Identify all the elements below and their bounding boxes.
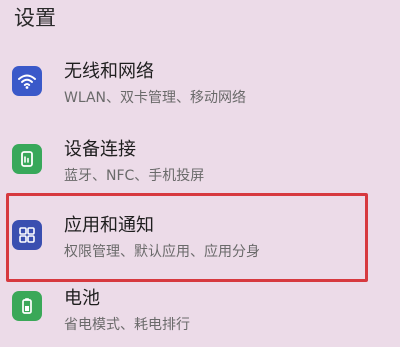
settings-item-subtitle: WLAN、双卡管理、移动网络 (64, 90, 247, 106)
page-title: 设置 (14, 6, 56, 30)
wifi-icon (12, 66, 42, 96)
settings-item-label: 电池 (64, 288, 100, 309)
settings-item-battery[interactable]: 电池 省电模式、耗电排行 (0, 283, 400, 347)
settings-item-label: 设备连接 (64, 139, 136, 160)
battery-icon (12, 291, 42, 321)
settings-item-subtitle: 省电模式、耗电排行 (64, 317, 190, 333)
device-connection-icon (12, 144, 42, 174)
settings-item-subtitle: 蓝牙、NFC、手机投屏 (64, 168, 205, 184)
settings-item-wireless-network[interactable]: 无线和网络 WLAN、双卡管理、移动网络 (0, 52, 400, 116)
highlight-box (6, 193, 368, 282)
settings-item-device-connection[interactable]: 设备连接 蓝牙、NFC、手机投屏 (0, 130, 400, 194)
settings-item-label: 无线和网络 (64, 61, 154, 82)
